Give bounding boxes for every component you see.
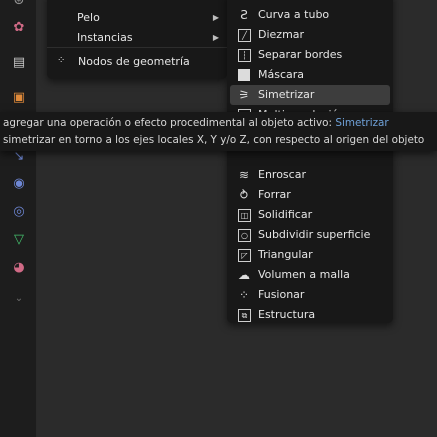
mask-icon: [238, 69, 250, 81]
curve-to-tube-icon: Ƨ: [240, 8, 248, 22]
mirror-icon: ⚞: [238, 88, 250, 102]
submenu-arrow-icon: ▶: [212, 33, 219, 42]
tooltip: agregar una operación o efecto procedime…: [0, 112, 437, 151]
menu-item-label: Diezmar: [258, 28, 305, 41]
menu-item-label: Curva a tubo: [258, 8, 330, 21]
tooltip-prefix: agregar una operación o efecto procedime…: [3, 117, 336, 129]
physics-icon[interactable]: ✿: [11, 19, 27, 35]
menu-item-subdividir-superficie[interactable]: ○ Subdividir superficie: [230, 225, 390, 245]
vertex-groups-icon[interactable]: ▽: [11, 231, 27, 247]
menu-item-label: Máscara: [258, 68, 305, 81]
modifier-wrench-icon[interactable]: ⊛: [11, 0, 27, 8]
edge-split-icon: ┆: [238, 49, 251, 62]
tooltip-modifier-name: Simetrizar: [335, 117, 389, 129]
solidify-icon: ◫: [238, 209, 251, 222]
menu-item-simetrizar[interactable]: ⚞ Simetrizar: [230, 85, 390, 105]
subsurf-icon: ○: [238, 229, 251, 242]
volume-to-mesh-icon: ☁: [238, 268, 250, 282]
menu-item-label: Separar bordes: [258, 48, 343, 61]
menu-item-label: Simetrizar: [258, 88, 315, 101]
geometry-nodes-label: Nodos de geometría: [78, 55, 190, 68]
menu-item-diezmar[interactable]: ╱ Diezmar: [230, 25, 390, 45]
menu-item-label: Triangular: [258, 248, 313, 261]
menu-item-label: Forrar: [258, 188, 291, 201]
menu-item-mascara[interactable]: Máscara: [230, 65, 390, 85]
particles-icon[interactable]: ◉: [11, 175, 27, 191]
menu-item-solidificar[interactable]: ◫ Solidificar: [230, 205, 390, 225]
menu-item-geometry-nodes[interactable]: ⁘ Nodos de geometría: [55, 54, 215, 70]
menu-item-pelo[interactable]: Pelo: [77, 11, 100, 24]
add-modifier-submenu-right: Ƨ Curva a tubo ╱ Diezmar ┆ Separar borde…: [227, 0, 393, 323]
menu-item-instancias[interactable]: Instancias: [77, 31, 133, 44]
menu-item-label: Subdividir superficie: [258, 228, 371, 241]
menu-item-fusionar[interactable]: ⁘ Fusionar: [230, 285, 390, 305]
properties-tabs-sidebar: ⊛ ✿ ▤ ▣ ↘ ◉ ◎ ▽ ◕ ⌄: [0, 0, 37, 437]
screw-icon: ≋: [238, 168, 250, 182]
tooltip-summary: agregar una operación o efecto procedime…: [3, 117, 389, 129]
decimate-icon: ╱: [238, 29, 251, 42]
menu-item-label: Solidificar: [258, 208, 313, 221]
add-modifier-submenu-left: Pelo ▶ Instancias ▶ ⁘ Nodos de geometría: [47, 0, 227, 79]
menu-item-estructura[interactable]: ⧉ Estructura: [230, 305, 390, 325]
tooltip-description: simetrizar en torno a los ejes locales X…: [3, 134, 425, 146]
menu-item-enroscar[interactable]: ≋ Enroscar: [230, 165, 390, 185]
texture-icon[interactable]: ◕: [11, 259, 27, 275]
menu-item-forrar[interactable]: ⥁ Forrar: [230, 185, 390, 205]
menu-item-volumen-a-malla[interactable]: ☁ Volumen a malla: [230, 265, 390, 285]
triangulate-icon: ◸: [238, 249, 251, 262]
shader-icon[interactable]: ◎: [11, 203, 27, 219]
menu-item-label: Fusionar: [258, 288, 305, 301]
menu-separator: [47, 47, 227, 48]
skin-icon: ⥁: [239, 188, 249, 202]
menu-item-separar-bordes[interactable]: ┆ Separar bordes: [230, 45, 390, 65]
material-icon[interactable]: ▣: [11, 89, 27, 105]
menu-item-label: Enroscar: [258, 168, 306, 181]
menu-item-curva-a-tubo[interactable]: Ƨ Curva a tubo: [230, 5, 390, 25]
menu-item-label: Volumen a malla: [258, 268, 350, 281]
geometry-nodes-icon: ⁘: [57, 55, 66, 66]
menu-item-label: Estructura: [258, 308, 316, 321]
wireframe-icon: ⧉: [238, 309, 251, 322]
object-data-icon[interactable]: ▤: [11, 54, 27, 70]
weld-icon: ⁘: [238, 288, 250, 302]
submenu-arrow-icon: ▶: [212, 13, 219, 22]
chevron-down-icon[interactable]: ⌄: [11, 290, 27, 306]
menu-item-triangular[interactable]: ◸ Triangular: [230, 245, 390, 265]
